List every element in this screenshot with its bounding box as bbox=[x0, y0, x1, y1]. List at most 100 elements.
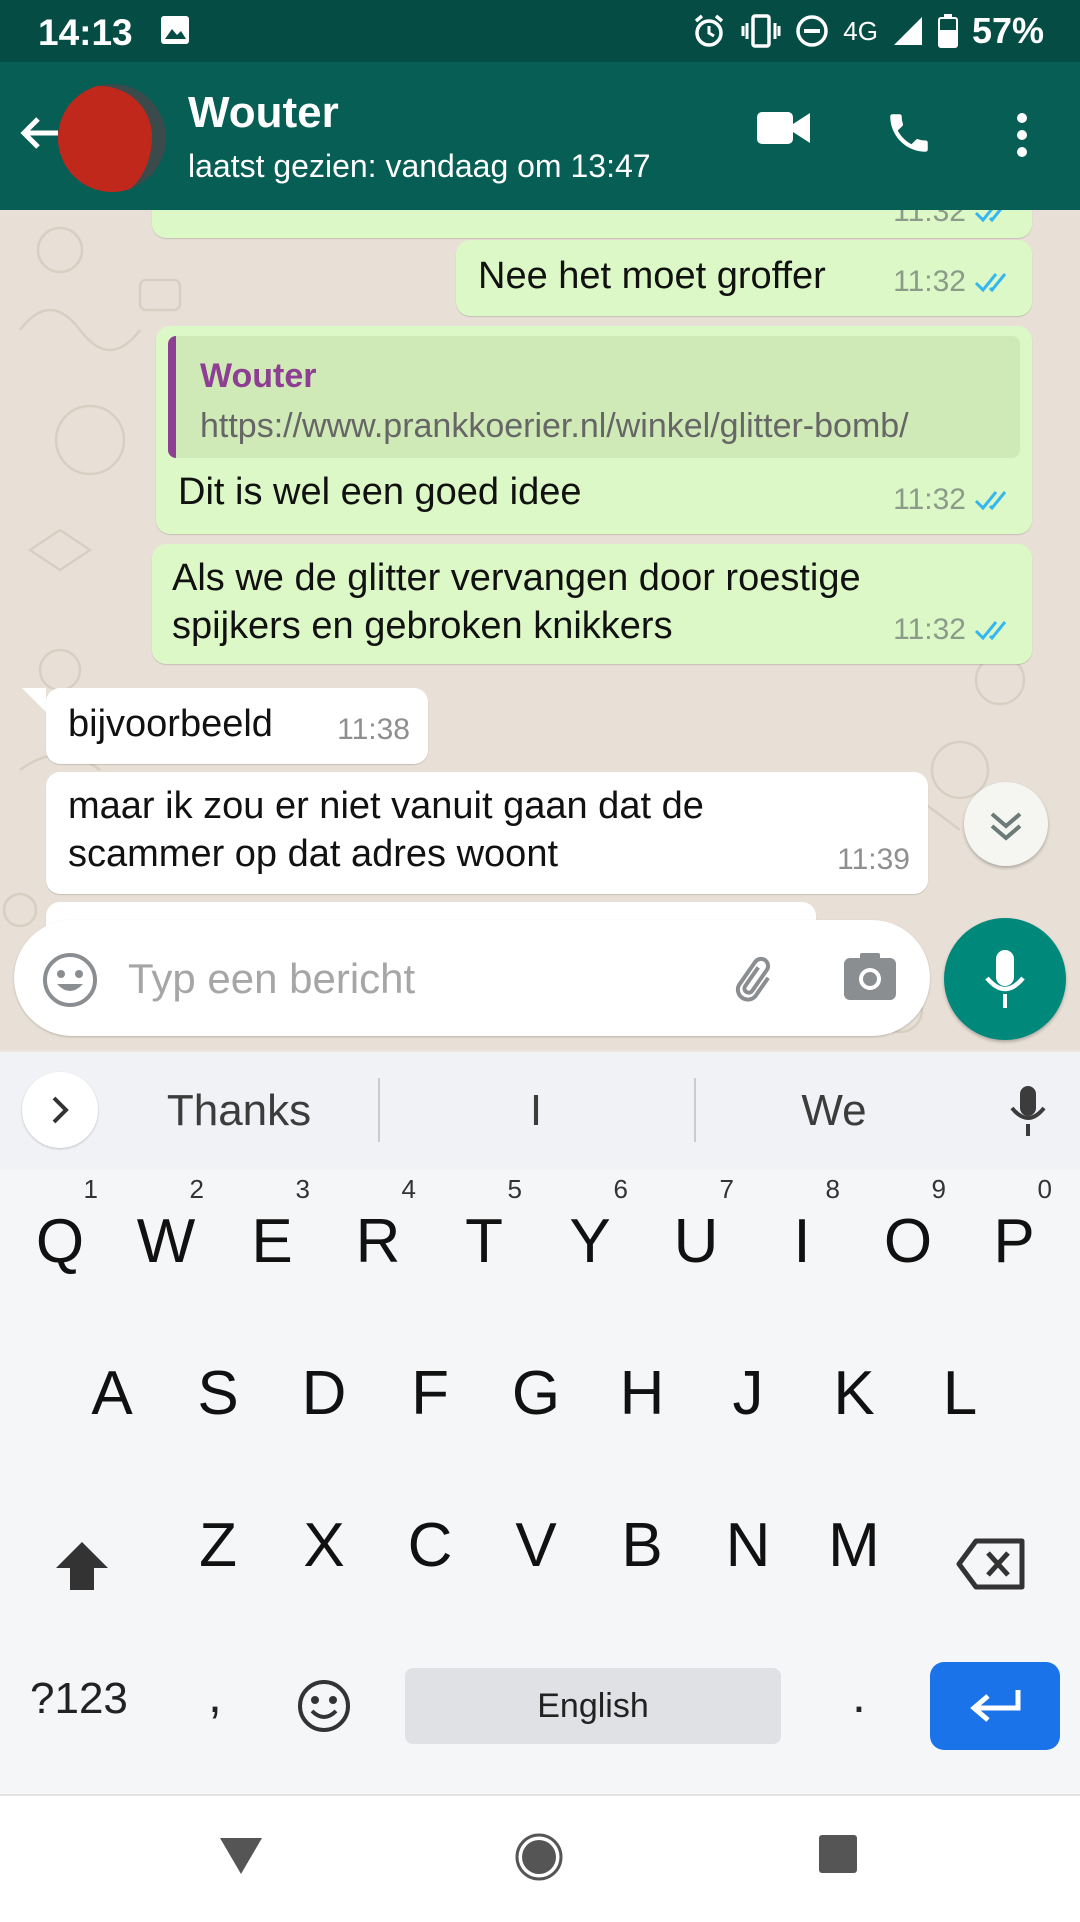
quoted-message[interactable]: Wouter https://www.prankkoerier.nl/winke… bbox=[168, 336, 1020, 458]
message-composer bbox=[14, 920, 930, 1036]
enter-key[interactable] bbox=[930, 1662, 1060, 1750]
message-text-line-2: spijkers en gebroken knikkers bbox=[172, 605, 673, 647]
chat-header: Wouter laatst gezien: vandaag om 13:47 bbox=[0, 62, 1080, 210]
key-b[interactable]: B bbox=[594, 1496, 690, 1596]
keyboard: Q1 W2 E3 R4 T5 Y6 U7 I8 O9 P0 A S D F G … bbox=[0, 1170, 1080, 1794]
message-bubble-incoming[interactable]: maar ik zou er niet vanuit gaan dat de s… bbox=[46, 772, 928, 894]
chevron-right-icon bbox=[52, 1096, 69, 1124]
key-x[interactable]: X bbox=[276, 1496, 372, 1596]
video-call-icon[interactable] bbox=[756, 108, 812, 153]
key-y[interactable]: Y6 bbox=[542, 1176, 638, 1292]
voice-call-icon[interactable] bbox=[884, 108, 934, 163]
quoted-text: https://www.prankkoerier.nl/winkel/glitt… bbox=[200, 407, 909, 445]
key-a[interactable]: A bbox=[64, 1344, 160, 1444]
message-text-line-2: scammer op dat adres woont bbox=[68, 833, 559, 875]
backspace-icon bbox=[956, 1538, 1025, 1590]
key-u[interactable]: U7 bbox=[648, 1176, 744, 1292]
vibrate-icon bbox=[741, 14, 781, 48]
key-m[interactable]: M bbox=[806, 1496, 902, 1596]
key-s[interactable]: S bbox=[170, 1344, 266, 1444]
key-p[interactable]: P0 bbox=[966, 1176, 1062, 1292]
suggestion-3[interactable]: We bbox=[734, 1086, 934, 1136]
expand-toolbar-button[interactable] bbox=[22, 1072, 98, 1148]
emoji-icon[interactable] bbox=[42, 952, 98, 1013]
key-r[interactable]: R4 bbox=[330, 1176, 426, 1292]
message-bubble-outgoing-reply[interactable]: Wouter https://www.prankkoerier.nl/winke… bbox=[156, 326, 1032, 534]
message-input[interactable] bbox=[126, 946, 690, 1012]
key-c[interactable]: C bbox=[382, 1496, 478, 1596]
message-bubble-outgoing[interactable]: Nee het moet groffer 11:32 bbox=[456, 240, 1032, 316]
key-i[interactable]: I8 bbox=[754, 1176, 850, 1292]
double-chevron-down-icon bbox=[990, 812, 1022, 841]
message-meta: 11:32 bbox=[893, 257, 1014, 306]
message-time: 11:38 bbox=[337, 713, 410, 746]
scroll-to-bottom-button[interactable] bbox=[964, 782, 1048, 866]
space-key[interactable]: English bbox=[405, 1668, 781, 1744]
message-meta: 11:32 bbox=[893, 475, 1014, 524]
read-ticks-icon bbox=[974, 490, 1007, 510]
comma-key[interactable]: , bbox=[208, 1666, 222, 1724]
message-text: Nee het moet groffer bbox=[478, 255, 826, 297]
message-bubble-partial[interactable]: 11:32 bbox=[152, 210, 1032, 238]
back-arrow-icon[interactable] bbox=[18, 112, 60, 159]
attachment-icon[interactable] bbox=[728, 950, 784, 1011]
network-type: 4G bbox=[843, 15, 878, 46]
key-o[interactable]: O9 bbox=[860, 1176, 956, 1292]
key-l[interactable]: L bbox=[912, 1344, 1008, 1444]
suggestion-divider bbox=[378, 1078, 380, 1142]
microphone-icon bbox=[985, 950, 1025, 1008]
period-key[interactable]: . bbox=[852, 1666, 866, 1724]
keyboard-suggestion-strip: Thanks I We bbox=[0, 1052, 1080, 1170]
read-ticks-icon bbox=[974, 272, 1007, 292]
suggestion-2[interactable]: I bbox=[436, 1086, 636, 1136]
symbols-key[interactable]: ?123 bbox=[30, 1674, 128, 1724]
voice-message-button[interactable] bbox=[944, 918, 1066, 1040]
message-time: 11:32 bbox=[893, 210, 966, 228]
key-f[interactable]: F bbox=[382, 1344, 478, 1444]
battery-percent: 57% bbox=[971, 10, 1044, 51]
contact-avatar[interactable] bbox=[58, 84, 166, 192]
read-ticks-icon bbox=[974, 210, 1002, 222]
shift-key[interactable] bbox=[52, 1538, 112, 1599]
key-t[interactable]: T5 bbox=[436, 1176, 532, 1292]
camera-icon[interactable] bbox=[842, 950, 898, 1011]
quoted-author: Wouter bbox=[200, 357, 317, 395]
status-time: 14:13 bbox=[38, 12, 133, 53]
key-w[interactable]: W2 bbox=[118, 1176, 214, 1292]
key-h[interactable]: H bbox=[594, 1344, 690, 1444]
contact-name[interactable]: Wouter bbox=[188, 88, 339, 138]
message-bubble-incoming[interactable]: bijvoorbeeld 11:38 bbox=[46, 688, 428, 764]
nav-home-icon[interactable] bbox=[514, 1832, 564, 1887]
key-d[interactable]: D bbox=[276, 1344, 372, 1444]
last-seen-status: laatst gezien: vandaag om 13:47 bbox=[188, 148, 651, 184]
key-z[interactable]: Z bbox=[170, 1496, 266, 1596]
battery-icon bbox=[937, 14, 958, 48]
message-meta: 11:39 bbox=[837, 835, 910, 884]
message-time: 11:39 bbox=[837, 843, 910, 876]
alarm-icon bbox=[691, 13, 727, 49]
key-e[interactable]: E3 bbox=[224, 1176, 320, 1292]
message-meta: 11:32 bbox=[893, 605, 1014, 654]
voice-input-icon[interactable] bbox=[1008, 1084, 1048, 1143]
message-text: Dit is wel een goed idee bbox=[178, 471, 582, 513]
suggestion-1[interactable]: Thanks bbox=[134, 1086, 344, 1136]
key-q[interactable]: Q1 bbox=[12, 1176, 108, 1292]
signal-icon bbox=[892, 15, 924, 47]
key-n[interactable]: N bbox=[700, 1496, 796, 1596]
message-text-line-1: Als we de glitter vervangen door roestig… bbox=[172, 557, 861, 599]
message-text: bijvoorbeeld bbox=[68, 703, 273, 745]
key-g[interactable]: G bbox=[488, 1344, 584, 1444]
shift-icon bbox=[56, 1542, 108, 1590]
backspace-key[interactable] bbox=[956, 1538, 1026, 1595]
more-options-icon[interactable] bbox=[1010, 112, 1034, 163]
message-text-line-1: maar ik zou er niet vanuit gaan dat de bbox=[68, 785, 704, 827]
message-bubble-outgoing[interactable]: Als we de glitter vervangen door roestig… bbox=[152, 544, 1032, 664]
key-j[interactable]: J bbox=[700, 1344, 796, 1444]
nav-recents-icon[interactable] bbox=[816, 1832, 860, 1881]
status-bar: 14:13 4G 57% bbox=[0, 0, 1080, 62]
key-k[interactable]: K bbox=[806, 1344, 902, 1444]
message-time: 11:32 bbox=[893, 483, 966, 516]
nav-back-icon[interactable] bbox=[216, 1832, 266, 1883]
keyboard-emoji-icon[interactable] bbox=[296, 1678, 352, 1739]
key-v[interactable]: V bbox=[488, 1496, 584, 1596]
